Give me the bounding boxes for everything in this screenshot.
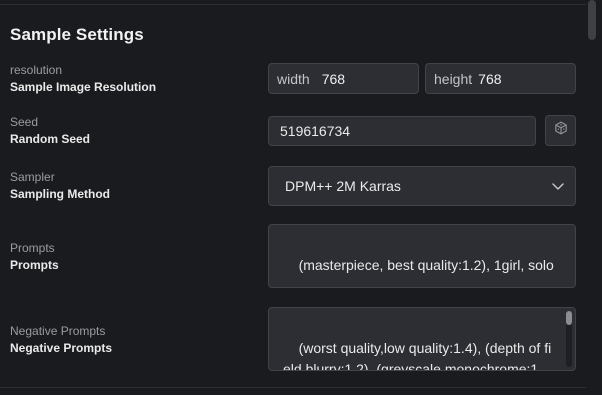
- sampler-select[interactable]: DPM++ 2M Karras: [268, 166, 576, 206]
- sampler-label: Sampler Sampling Method: [10, 169, 110, 203]
- resolution-key: resolution: [10, 63, 63, 77]
- resolution-label: resolution Sample Image Resolution: [10, 62, 156, 96]
- textarea-scrollbar-thumb[interactable]: [566, 311, 572, 325]
- seed-input[interactable]: 519616734: [268, 116, 536, 146]
- sample-settings-panel: Sample Settings resolution Sample Image …: [0, 0, 602, 395]
- dice-icon: [554, 121, 568, 140]
- width-prefix: width: [277, 70, 310, 87]
- seed-value: 519616734: [280, 123, 351, 139]
- negative-prompts-value: (worst quality,low quality:1.4), (depth …: [283, 340, 552, 371]
- prompts-textarea[interactable]: (masterpiece, best quality:1.2), 1girl, …: [268, 224, 576, 288]
- negative-prompts-description: Negative Prompts: [10, 341, 113, 355]
- width-value: 768: [321, 70, 346, 87]
- negative-prompts-label: Negative Prompts Negative Prompts: [10, 323, 112, 357]
- seed-description: Random Seed: [10, 132, 91, 146]
- sampler-selected-value: DPM++ 2M Karras: [285, 178, 401, 194]
- section-title: Sample Settings: [10, 25, 144, 44]
- page-scrollbar[interactable]: [588, 0, 596, 395]
- chevron-down-icon: [551, 179, 565, 193]
- height-value: 768: [478, 70, 502, 87]
- divider: [0, 4, 586, 5]
- divider: [0, 387, 586, 388]
- sampler-description: Sampling Method: [10, 187, 110, 201]
- prompts-value: (masterpiece, best quality:1.2), 1girl, …: [298, 257, 554, 273]
- width-input[interactable]: width 768: [268, 63, 419, 94]
- seed-key: Seed: [10, 115, 39, 129]
- sampler-key: Sampler: [10, 170, 55, 184]
- page-scrollbar-thumb[interactable]: [588, 0, 596, 40]
- prompts-label: Prompts Prompts: [10, 240, 59, 274]
- height-input[interactable]: height 768: [425, 63, 576, 94]
- prompts-key: Prompts: [10, 241, 55, 255]
- prompts-description: Prompts: [10, 258, 59, 272]
- seed-label: Seed Random Seed: [10, 114, 90, 148]
- resolution-description: Sample Image Resolution: [10, 80, 157, 94]
- randomize-seed-button[interactable]: [545, 115, 576, 146]
- height-prefix: height: [434, 70, 473, 87]
- textarea-scrollbar[interactable]: [566, 311, 572, 367]
- negative-prompts-key: Negative Prompts: [10, 324, 106, 338]
- negative-prompts-textarea[interactable]: (worst quality,low quality:1.4), (depth …: [268, 307, 576, 371]
